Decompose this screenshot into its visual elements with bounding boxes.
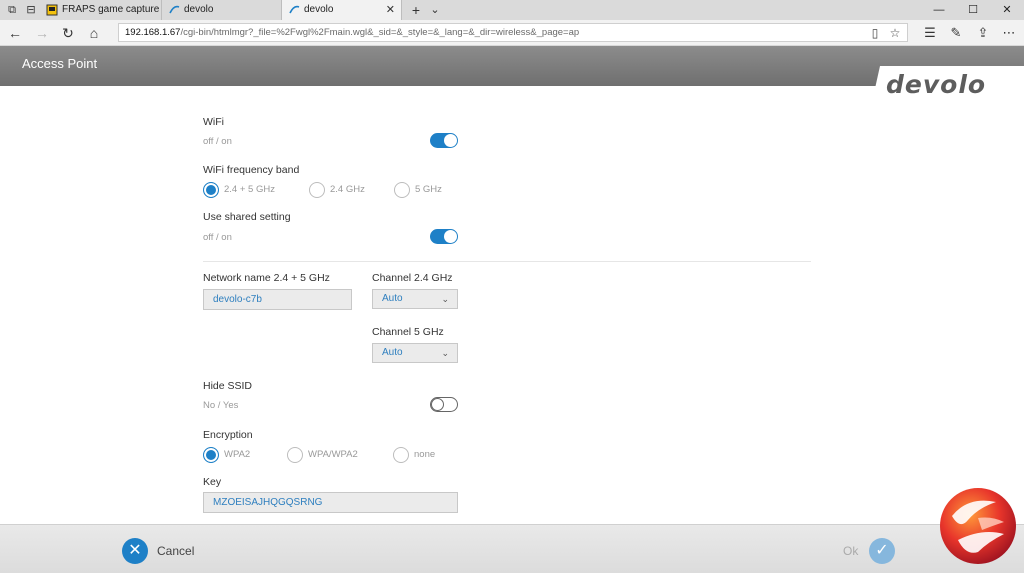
radio-label: 2.4 + 5 GHz (224, 184, 275, 195)
network-name-label: Network name 2.4 + 5 GHz (203, 272, 330, 284)
radio-circle (393, 447, 409, 463)
radio-circle (203, 447, 219, 463)
channel5-select[interactable]: Auto ⌄ (372, 343, 458, 363)
tab-label: devolo (304, 4, 334, 15)
radio-circle (287, 447, 303, 463)
share-icon[interactable]: ⇪ (974, 24, 992, 42)
browser-tab-bar: ⧉ ⊟ FRAPS game capture video devolo devo… (0, 0, 1024, 20)
fraps-favicon-icon (46, 4, 58, 16)
chevron-down-icon: ⌄ (441, 348, 449, 358)
maximize-icon[interactable]: ☐ (956, 0, 990, 20)
shared-toggle[interactable] (430, 229, 458, 244)
more-icon[interactable]: ⋯ (1000, 24, 1018, 42)
devolo-favicon-icon (289, 5, 300, 14)
address-domain: 192.168.1.67 (125, 27, 181, 38)
radio-label: none (414, 449, 436, 460)
page-header: Access Point (0, 46, 1024, 86)
key-input[interactable]: MZOEISAJHQGQSRNG (203, 492, 458, 513)
browser-nav-bar: ← → ↻ ⌂ 192.168.1.67/cgi-bin/htmlmgr?_fi… (0, 20, 1024, 46)
select-value: Auto (382, 293, 403, 304)
network-name-input[interactable]: devolo-c7b (203, 289, 352, 310)
devolo-favicon-icon (169, 5, 180, 14)
tab-devolo-1[interactable]: devolo (162, 0, 282, 20)
tab-preview-chevron-icon[interactable]: ⌄ (428, 3, 442, 17)
close-tab-icon[interactable]: ✕ (386, 0, 395, 20)
radio-label: 2.4 GHz (330, 184, 365, 195)
back-icon[interactable]: ← (6, 24, 24, 42)
wifi-label: WiFi (203, 116, 224, 128)
radio-label: WPA2 (224, 449, 251, 460)
radio-label: 5 GHz (415, 184, 442, 195)
wifi-toggle[interactable] (430, 133, 458, 148)
channel24-label: Channel 2.4 GHz (372, 272, 453, 284)
cancel-label[interactable]: Cancel (157, 544, 194, 558)
reading-view-icon[interactable]: ▯ (867, 25, 883, 41)
hide-ssid-label: Hide SSID (203, 380, 253, 392)
chevron-down-icon: ⌄ (441, 294, 449, 304)
new-tab-icon[interactable]: + (409, 3, 423, 17)
radio-circle (394, 182, 410, 198)
section-divider (203, 261, 811, 262)
encryption-label: Encryption (203, 429, 253, 441)
tab-label: FRAPS game capture video (62, 4, 161, 15)
hide-ssid-sub: No / Yes (203, 400, 239, 411)
cancel-button[interactable]: ✕ (122, 538, 148, 564)
minimize-icon[interactable]: — (922, 0, 956, 20)
ok-label[interactable]: Ok (843, 544, 858, 558)
radio-circle (309, 182, 325, 198)
shared-label: Use shared setting (203, 211, 291, 223)
address-bar[interactable]: 192.168.1.67/cgi-bin/htmlmgr?_file=%2Fwg… (118, 23, 908, 42)
channel5-label: Channel 5 GHz (372, 326, 444, 338)
web-note-icon[interactable]: ✎ (947, 24, 965, 42)
tab-label: devolo (184, 4, 214, 15)
address-url: 192.168.1.67/cgi-bin/htmlmgr?_file=%2Fwg… (125, 24, 579, 41)
tab-fraps[interactable]: FRAPS game capture video (40, 0, 162, 20)
tab-manager-icon[interactable]: ⧉ (5, 3, 19, 17)
close-x-icon: ✕ (128, 542, 142, 559)
ok-button[interactable]: ✓ (869, 538, 895, 564)
shared-sub: off / on (203, 232, 232, 243)
key-label: Key (203, 476, 222, 488)
radio-label: WPA/WPA2 (308, 449, 358, 460)
address-path: /cgi-bin/htmlmgr?_file=%2Fwgl%2Fmain.wgl… (180, 27, 580, 38)
close-window-icon[interactable]: ✕ (990, 0, 1024, 20)
wifi-sub: off / on (203, 136, 232, 147)
radio-circle (203, 182, 219, 198)
home-icon[interactable]: ⌂ (85, 24, 103, 42)
page-title: Access Point (22, 56, 98, 71)
favorites-hub-icon[interactable]: ☰ (921, 24, 939, 42)
favorite-star-icon[interactable]: ☆ (887, 25, 903, 41)
watermark-ball-icon (940, 488, 1016, 564)
channel24-select[interactable]: Auto ⌄ (372, 289, 458, 309)
refresh-icon[interactable]: ↻ (59, 24, 77, 42)
band-label: WiFi frequency band (203, 164, 300, 176)
hide-ssid-toggle[interactable] (430, 397, 458, 412)
select-value: Auto (382, 347, 403, 358)
devolo-logo: devolo (886, 70, 987, 99)
set-aside-tabs-icon[interactable]: ⊟ (24, 3, 38, 17)
tab-devolo-active[interactable]: devolo ✕ (282, 0, 402, 20)
forward-icon[interactable]: → (33, 24, 51, 42)
checkmark-icon: ✓ (875, 542, 889, 559)
